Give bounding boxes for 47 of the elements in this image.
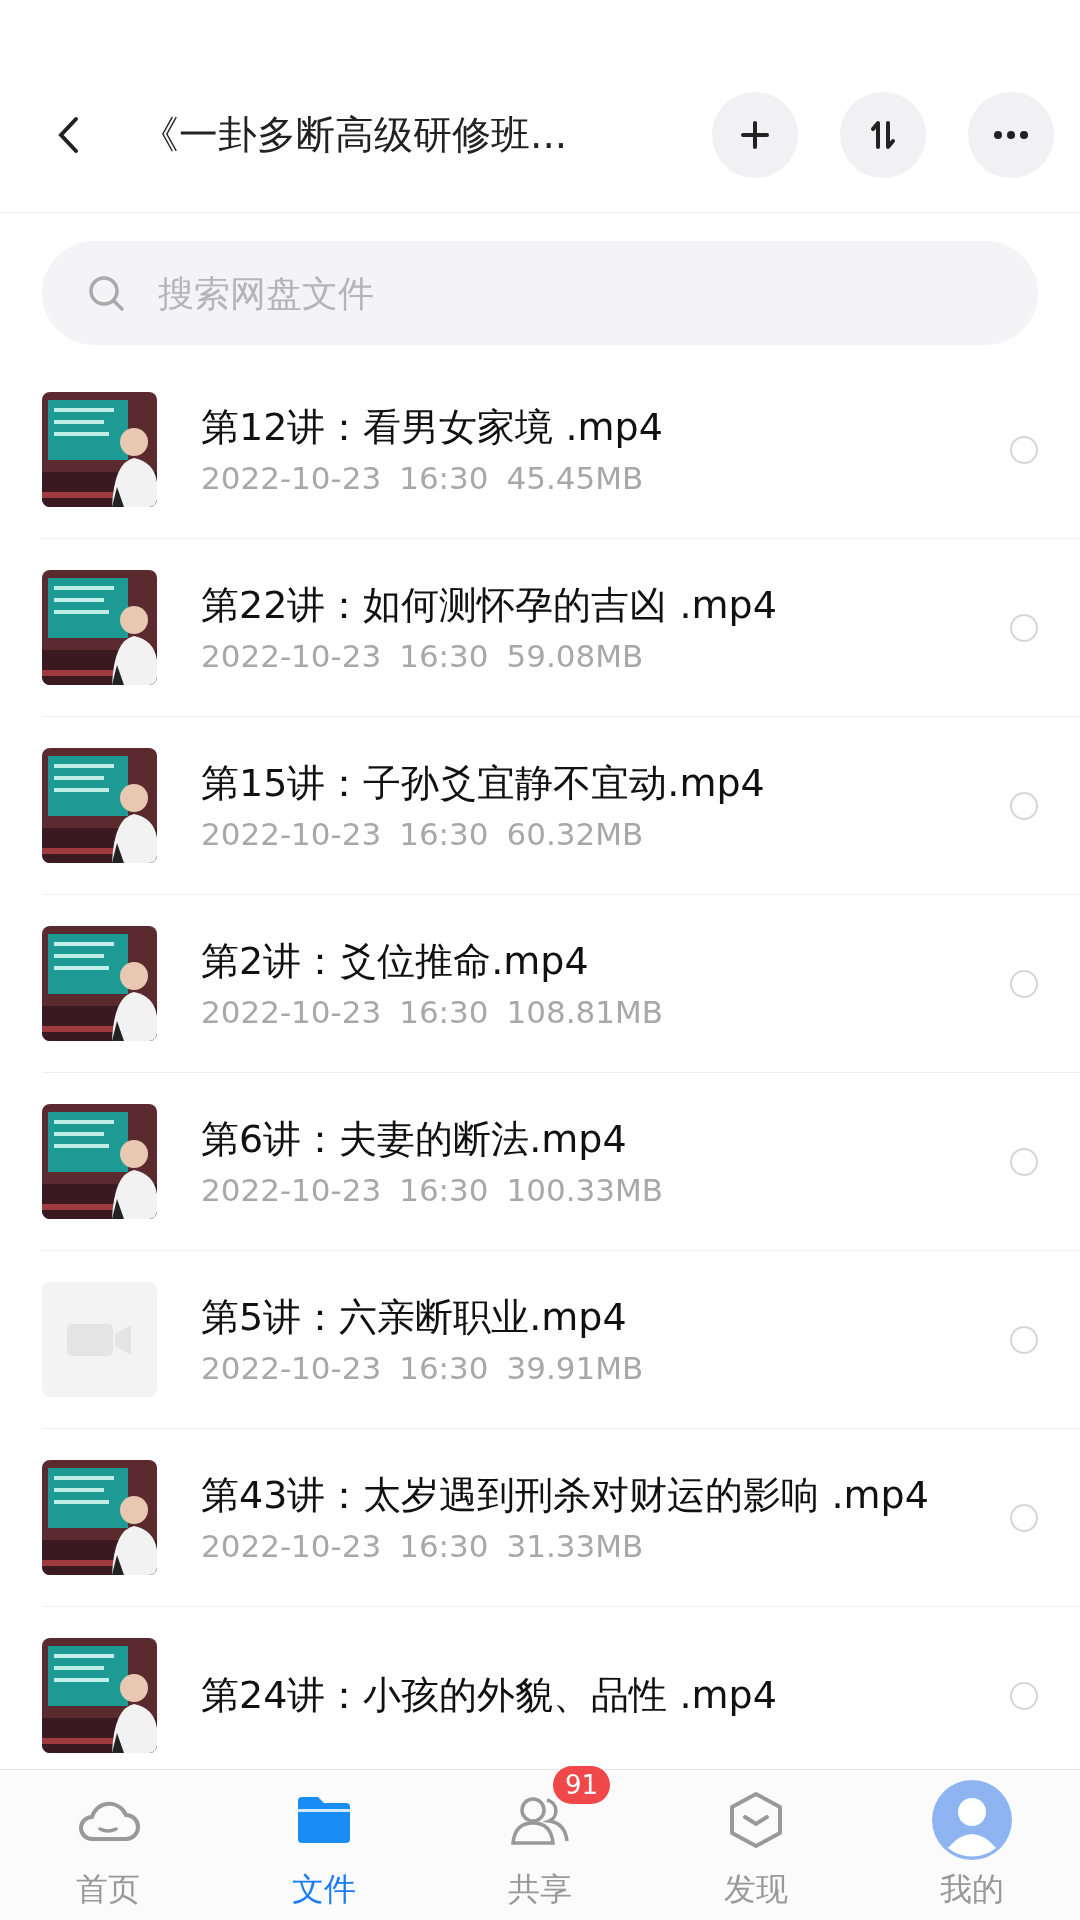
- select-radio[interactable]: [1010, 969, 1038, 998]
- file-time: 16:30: [399, 816, 489, 853]
- file-name[interactable]: 第12讲：看男女家境 .mp4: [201, 402, 941, 453]
- select-radio[interactable]: [1010, 1503, 1038, 1532]
- video-placeholder-icon: [42, 1282, 157, 1397]
- file-size: 60.32MB: [506, 816, 644, 853]
- select-radio[interactable]: [1010, 435, 1038, 464]
- file-name[interactable]: 第2讲：爻位推命.mp4: [201, 936, 941, 987]
- file-time: 16:30: [399, 638, 489, 675]
- file-size: 31.33MB: [506, 1528, 644, 1565]
- file-size: 100.33MB: [506, 1172, 663, 1209]
- select-radio[interactable]: [1010, 1325, 1038, 1354]
- file-date: 2022-10-23: [201, 460, 382, 497]
- file-name[interactable]: 第15讲：子孙爻宜静不宜动.mp4: [201, 758, 941, 809]
- box-icon: [728, 1790, 784, 1850]
- file-size: 45.45MB: [506, 460, 644, 497]
- file-date: 2022-10-23: [201, 1350, 382, 1387]
- file-size: 59.08MB: [506, 638, 644, 675]
- file-date: 2022-10-23: [201, 638, 382, 675]
- file-date: 2022-10-23: [201, 1528, 382, 1565]
- file-size: 108.81MB: [506, 994, 663, 1031]
- file-name[interactable]: 第5讲：六亲断职业.mp4: [201, 1292, 941, 1343]
- file-name[interactable]: 第22讲：如何测怀孕的吉凶 .mp4: [201, 580, 941, 631]
- file-time: 16:30: [399, 994, 489, 1031]
- file-time: 16:30: [399, 1172, 489, 1209]
- more-icon: [993, 130, 1029, 140]
- file-name[interactable]: 第6讲：夫妻的断法.mp4: [201, 1114, 941, 1165]
- select-radio[interactable]: [1010, 1681, 1038, 1710]
- file-date: 2022-10-23: [201, 994, 382, 1031]
- file-name[interactable]: 第24讲：小孩的外貌、品性 .mp4: [201, 1670, 941, 1721]
- folder-title: 《一卦多断高级研修班...: [140, 111, 569, 159]
- search-field[interactable]: 搜索网盘文件: [42, 241, 1038, 345]
- select-radio[interactable]: [1010, 791, 1038, 820]
- file-time: 16:30: [399, 460, 489, 497]
- file-date: 2022-10-23: [201, 1172, 382, 1209]
- file-time: 16:30: [399, 1528, 489, 1565]
- plus-icon: [740, 120, 770, 150]
- file-name[interactable]: 第43讲：太岁遇到刑杀对财运的影响 .mp4: [201, 1470, 941, 1521]
- file-time: 16:30: [399, 1350, 489, 1387]
- select-radio[interactable]: [1010, 1147, 1038, 1176]
- nav-tab[interactable]: 文件: [216, 1770, 432, 1920]
- file-date: 2022-10-23: [201, 816, 382, 853]
- notification-badge: 91: [553, 1766, 611, 1804]
- avatar-icon: [932, 1780, 1012, 1860]
- file-size: 39.91MB: [506, 1350, 644, 1387]
- select-radio[interactable]: [1010, 613, 1038, 642]
- back-icon[interactable]: [56, 115, 80, 155]
